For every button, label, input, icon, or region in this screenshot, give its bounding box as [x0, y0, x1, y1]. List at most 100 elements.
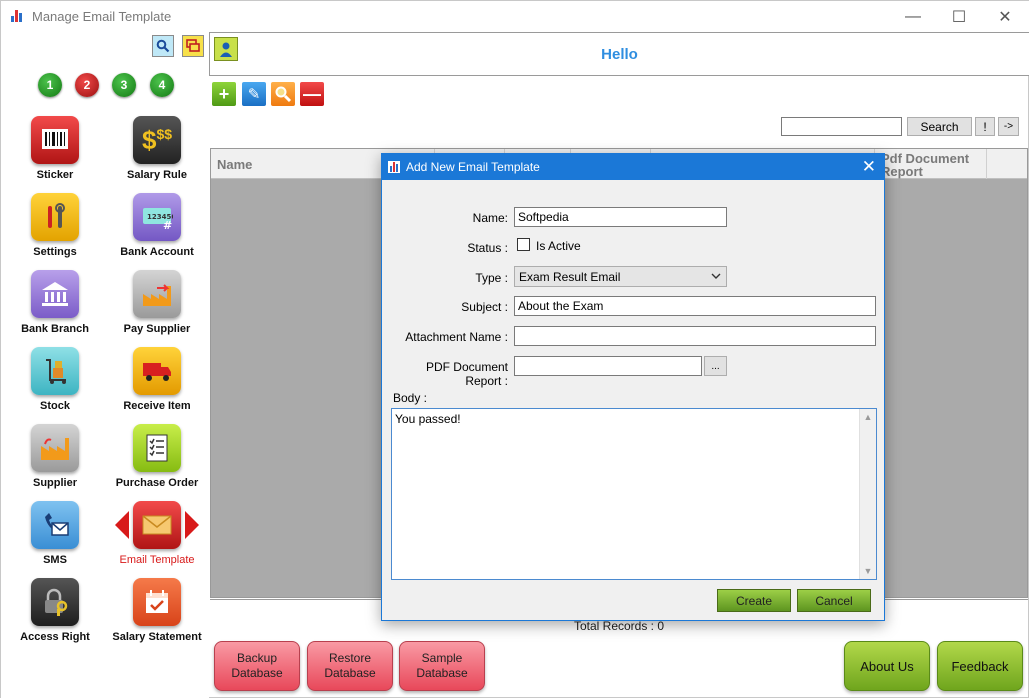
lock-key-icon [31, 578, 79, 626]
find-button[interactable] [271, 82, 295, 106]
maximize-button[interactable]: ☐ [936, 1, 982, 32]
tile-label: Bank Account [120, 246, 194, 258]
dialog-title-bar: Add New Email Template ✕ [382, 154, 884, 180]
envelope-icon [133, 501, 181, 549]
bank-icon [31, 270, 79, 318]
card-icon: 123456# [133, 193, 181, 241]
restore-database-button[interactable]: Restore Database [307, 641, 393, 691]
tile-label: Sticker [36, 169, 74, 181]
scroll-up-icon[interactable]: ▲ [860, 412, 876, 422]
browse-button[interactable]: ... [704, 356, 727, 376]
minus-icon: — [303, 83, 321, 104]
add-button[interactable]: + [212, 82, 236, 106]
tools-icon [31, 193, 79, 241]
total-records: Total Records : 0 [573, 619, 665, 633]
tile-label: Access Right [20, 631, 90, 643]
tile-label: Salary Statement [112, 631, 202, 643]
app-window: Manage Email Template — ☐ ✕ 1 2 3 4 Stic… [0, 0, 1029, 699]
delete-button[interactable]: — [300, 82, 324, 106]
column-header-pdf-report[interactable]: Pdf Document Report [875, 149, 987, 179]
tile-label: Pay Supplier [123, 323, 191, 335]
tile-label: Receive Item [123, 400, 191, 412]
add-email-template-dialog: Add New Email Template ✕ Name: Softpedia… [381, 153, 885, 621]
cancel-button[interactable]: Cancel [797, 589, 871, 612]
factory-icon [31, 424, 79, 472]
type-selected-value: Exam Result Email [519, 270, 621, 284]
search-button[interactable]: Search [907, 117, 972, 136]
tile-label: Purchase Order [115, 477, 199, 489]
search-input[interactable] [781, 117, 902, 136]
scroll-down-icon[interactable]: ▼ [860, 566, 876, 576]
step-3-button[interactable]: 3 [112, 73, 136, 97]
tile-access-right[interactable]: Access Right [5, 578, 105, 654]
tile-sms[interactable]: SMS [5, 501, 105, 577]
search-icon[interactable] [152, 35, 174, 57]
about-us-button[interactable]: About Us [844, 641, 930, 691]
tile-stock[interactable]: Stock [5, 347, 105, 423]
tile-settings[interactable]: Settings [5, 193, 105, 269]
tile-email-template[interactable]: Email Template [107, 501, 207, 577]
pdf-document-report-field[interactable] [514, 356, 702, 376]
status-label: Status : [467, 241, 508, 255]
step-2-button[interactable]: 2 [75, 73, 99, 97]
arrow-left-icon [115, 511, 129, 539]
tile-sticker[interactable]: Sticker [5, 116, 105, 192]
subject-label: Subject : [461, 300, 508, 314]
money-bag-icon: $ $$ [133, 116, 181, 164]
calendar-check-icon [133, 578, 181, 626]
dialog-title: Add New Email Template [406, 160, 540, 174]
tile-label: Salary Rule [127, 169, 187, 181]
phone-mail-icon [31, 501, 79, 549]
app-logo-icon [11, 10, 25, 22]
is-active-checkbox[interactable] [517, 238, 530, 251]
is-active-label: Is Active [536, 239, 581, 253]
factory-pay-icon [133, 270, 181, 318]
body-scrollbar[interactable]: ▲ ▼ [859, 409, 876, 579]
tile-supplier[interactable]: Supplier [5, 424, 105, 500]
tile-bank-branch[interactable]: Bank Branch [5, 270, 105, 346]
pdf-document-report-label: PDF Document Report : [425, 360, 508, 388]
type-label: Type : [475, 271, 508, 285]
attachment-name-field[interactable] [514, 326, 876, 346]
dialog-app-icon [388, 161, 400, 173]
feedback-button[interactable]: Feedback [937, 641, 1023, 691]
tile-purchase-order[interactable]: Purchase Order [107, 424, 207, 500]
tile-receive-item[interactable]: Receive Item [107, 347, 207, 423]
arrow-right-icon [185, 511, 199, 539]
body-text: You passed! [395, 412, 461, 426]
backup-database-button[interactable]: Backup Database [214, 641, 300, 691]
magnifier-icon [275, 86, 292, 103]
tile-label: Supplier [32, 477, 77, 489]
greeting-text: Hello [601, 46, 638, 63]
barcode-icon [31, 116, 79, 164]
type-select[interactable]: Exam Result Email [514, 266, 727, 287]
tile-label: Bank Branch [21, 323, 89, 335]
pencil-icon: ✎ [247, 86, 261, 103]
name-field[interactable]: Softpedia [514, 207, 727, 227]
left-panel: 1 2 3 4 Sticker Settings Bank Branch Sto… [1, 32, 209, 699]
minimize-button[interactable]: — [890, 1, 936, 32]
subject-field[interactable]: About the Exam [514, 296, 876, 316]
step-4-button[interactable]: 4 [150, 73, 174, 97]
tile-salary-rule[interactable]: $ $$ Salary Rule [107, 116, 207, 192]
name-label: Name: [472, 211, 508, 225]
close-window-button[interactable]: ✕ [982, 1, 1028, 32]
tile-pay-supplier[interactable]: Pay Supplier [107, 270, 207, 346]
step-1-button[interactable]: 1 [38, 73, 62, 97]
dialog-close-icon[interactable]: ✕ [862, 157, 876, 177]
sample-database-button[interactable]: Sample Database [399, 641, 485, 691]
filter-toggle-button[interactable]: ! [975, 117, 995, 136]
attachment-name-label: Attachment Name : [405, 330, 508, 344]
tile-bank-account[interactable]: 123456# Bank Account [107, 193, 207, 269]
plus-icon: + [218, 83, 230, 104]
trolley-icon [31, 347, 79, 395]
body-textarea[interactable]: You passed! ▲ ▼ [391, 408, 877, 580]
next-button[interactable]: -> [998, 117, 1019, 136]
chevron-down-icon [711, 273, 721, 279]
edit-button[interactable]: ✎ [242, 82, 266, 106]
create-button[interactable]: Create [717, 589, 791, 612]
title-bar: Manage Email Template — ☐ ✕ [1, 1, 1029, 32]
tile-salary-statement[interactable]: Salary Statement [107, 578, 207, 654]
windows-icon[interactable] [182, 35, 204, 57]
header-bar: Hello [209, 32, 1029, 76]
